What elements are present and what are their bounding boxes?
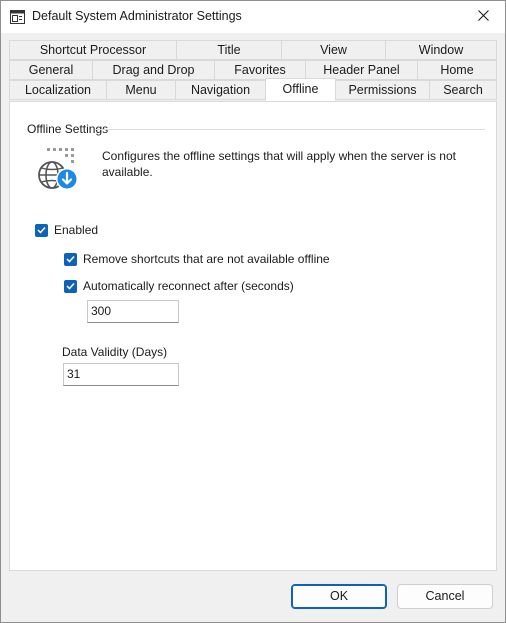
- tab-drag-and-drop[interactable]: Drag and Drop: [92, 60, 215, 80]
- tab-offline[interactable]: Offline: [265, 78, 336, 101]
- window-title: Default System Administrator Settings: [32, 9, 242, 23]
- auto-reconnect-checkbox[interactable]: [64, 279, 77, 293]
- tab-favorites[interactable]: Favorites: [214, 60, 306, 80]
- tab-localization[interactable]: Localization: [9, 80, 107, 100]
- remove-shortcuts-checkbox[interactable]: [64, 252, 77, 266]
- remove-shortcuts-checkbox-row[interactable]: Remove shortcuts that are not available …: [64, 252, 330, 266]
- tab-row-1: Shortcut Processor Title View Window: [9, 40, 497, 60]
- tab-row-2: General Drag and Drop Favorites Header P…: [9, 60, 497, 80]
- tab-home[interactable]: Home: [417, 60, 497, 80]
- tab-navigation[interactable]: Navigation: [175, 80, 266, 100]
- auto-reconnect-checkbox-row[interactable]: Automatically reconnect after (seconds): [64, 279, 294, 293]
- tab-view[interactable]: View: [281, 40, 386, 60]
- tab-title[interactable]: Title: [176, 40, 282, 60]
- checkmark-icon: [37, 226, 46, 234]
- tab-search[interactable]: Search: [429, 80, 497, 100]
- close-button[interactable]: [461, 1, 505, 32]
- cancel-button[interactable]: Cancel: [397, 584, 493, 609]
- data-validity-label: Data Validity (Days): [62, 345, 168, 359]
- title-bar[interactable]: Default System Administrator Settings: [1, 1, 505, 33]
- tab-menu[interactable]: Menu: [106, 80, 176, 100]
- settings-window-icon: [10, 10, 25, 24]
- checkmark-icon: [66, 282, 75, 290]
- enabled-label: Enabled: [54, 223, 99, 237]
- checkmark-icon: [66, 255, 75, 263]
- tab-general[interactable]: General: [9, 60, 93, 80]
- tab-header-panel[interactable]: Header Panel: [305, 60, 418, 80]
- settings-dialog: Default System Administrator Settings Sh…: [0, 0, 506, 623]
- auto-reconnect-label: Automatically reconnect after (seconds): [83, 279, 294, 293]
- ok-button[interactable]: OK: [291, 584, 387, 609]
- tab-shortcut-processor[interactable]: Shortcut Processor: [9, 40, 177, 60]
- enabled-checkbox-row[interactable]: Enabled: [35, 223, 98, 237]
- tab-row-3: Localization Menu Navigation Offline Per…: [9, 78, 497, 101]
- reconnect-seconds-input[interactable]: 300: [87, 300, 179, 323]
- remove-shortcuts-label: Remove shortcuts that are not available …: [83, 252, 330, 266]
- tab-permissions[interactable]: Permissions: [335, 80, 430, 100]
- data-validity-input[interactable]: 31: [63, 363, 179, 386]
- globe-download-icon: [35, 146, 81, 192]
- offline-description: Configures the offline settings that wil…: [102, 149, 456, 179]
- group-divider: [95, 129, 485, 130]
- close-icon: [477, 9, 489, 24]
- offline-settings-panel: Offline Settings Configures the offline …: [9, 101, 497, 571]
- enabled-checkbox[interactable]: [35, 223, 48, 237]
- tab-window[interactable]: Window: [385, 40, 497, 60]
- tab-strip: Shortcut Processor Title View Window Gen…: [9, 40, 497, 101]
